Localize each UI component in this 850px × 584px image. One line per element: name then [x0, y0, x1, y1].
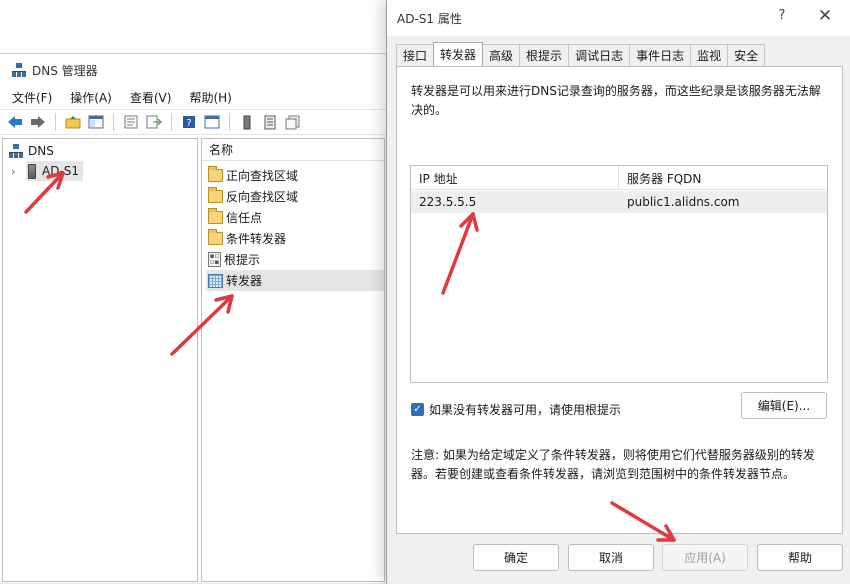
list-item-label: 转发器	[226, 274, 263, 288]
help-book-icon[interactable]: ?	[180, 113, 198, 131]
toolbar-separator	[171, 113, 172, 131]
column-header-ip[interactable]: IP 地址	[411, 166, 619, 190]
help-button[interactable]: 帮助	[757, 544, 843, 571]
forward-arrow-icon[interactable]	[29, 113, 47, 131]
tab-event-logging[interactable]: 事件日志	[629, 44, 692, 66]
forwarders-panel: 转发器是可以用来进行DNS记录查询的服务器，而这些纪录是该服务器无法解决的。 I…	[396, 66, 843, 534]
tree-node-dns[interactable]: DNS	[9, 141, 54, 161]
properties-dialog: AD-S1 属性 ? ✕ 接口 转发器 高级 根提示 调试日志 事件日志 监视 …	[386, 0, 850, 584]
chevron-right-icon[interactable]: ›	[11, 165, 21, 178]
details-list: 名称 正向查找区域 反向查找区域 信任点 条件转发器 ▪▫ ▫▪ 根提示 转发器	[201, 138, 385, 582]
use-root-hints-checkbox[interactable]: ✓	[411, 403, 424, 416]
dns-app-icon	[12, 63, 26, 77]
help-icon[interactable]: ?	[773, 8, 791, 23]
forwarders-description: 转发器是可以用来进行DNS记录查询的服务器，而这些纪录是该服务器无法解决的。	[411, 84, 821, 117]
table-header: IP 地址 服务器 FQDN	[411, 166, 827, 190]
toolbar-separator	[113, 113, 114, 131]
export-list-icon[interactable]	[145, 113, 163, 131]
column-header-fqdn[interactable]: 服务器 FQDN	[619, 166, 701, 190]
tab-strip: 接口 转发器 高级 根提示 调试日志 事件日志 监视 安全	[396, 42, 766, 66]
dns-manager-window: DNS 管理器 文件(F) 操作(A) 查看(V) 帮助(H) ? DNS › …	[0, 53, 386, 584]
tree-node-server-label: AD-S1	[42, 164, 80, 178]
menu-help[interactable]: 帮助(H)	[189, 89, 231, 106]
list-item[interactable]: 反向查找区域	[206, 186, 384, 207]
toolbar: ?	[0, 109, 386, 135]
server-icon	[28, 163, 36, 179]
tab-advanced[interactable]: 高级	[482, 44, 521, 66]
ok-button[interactable]: 确定	[473, 544, 559, 571]
close-icon[interactable]: ✕	[815, 6, 835, 26]
dialog-title: AD-S1 属性	[397, 12, 462, 26]
cancel-button[interactable]: 取消	[568, 544, 654, 571]
list-item-label: 正向查找区域	[226, 169, 299, 183]
menu-view[interactable]: 查看(V)	[130, 89, 172, 106]
tab-security[interactable]: 安全	[727, 44, 766, 66]
folder-icon	[208, 208, 223, 224]
edit-button[interactable]: 编辑(E)...	[741, 392, 827, 419]
record-list-icon[interactable]	[261, 113, 279, 131]
list-item[interactable]: 正向查找区域	[206, 165, 384, 186]
list-item[interactable]: ▪▫ ▫▪ 根提示	[206, 249, 384, 270]
column-header-name[interactable]: 名称	[202, 139, 384, 161]
folder-icon	[208, 166, 223, 182]
up-folder-icon[interactable]	[64, 113, 82, 131]
toolbar-separator	[55, 113, 56, 131]
list-item-label: 条件转发器	[226, 232, 287, 246]
svg-text:?: ?	[186, 118, 191, 129]
list-item-label: 反向查找区域	[226, 190, 299, 204]
records-copy-icon[interactable]	[284, 113, 302, 131]
list-item[interactable]: 条件转发器	[206, 228, 384, 249]
apply-button[interactable]: 应用(A)	[662, 544, 748, 571]
menu-action[interactable]: 操作(A)	[70, 89, 112, 106]
list-item-label: 信任点	[226, 211, 263, 225]
list-item-selected[interactable]: 转发器	[206, 270, 384, 291]
forwarders-table[interactable]: IP 地址 服务器 FQDN 223.5.5.5 public1.alidns.…	[410, 165, 828, 383]
tab-interfaces[interactable]: 接口	[396, 44, 435, 66]
server-icon[interactable]	[238, 113, 256, 131]
list-item[interactable]: 信任点	[206, 207, 384, 228]
console-tree: DNS › AD-S1	[2, 138, 198, 582]
folder-icon	[208, 187, 223, 203]
conditional-forwarder-note: 注意: 如果为给定域定义了条件转发器，则将使用它们代替服务器级别的转发器。若要创…	[411, 448, 815, 481]
menu-file[interactable]: 文件(F)	[12, 89, 52, 106]
snapin-view-icon[interactable]	[203, 113, 221, 131]
dns-manager-title: DNS 管理器	[32, 63, 98, 78]
dns-root-icon	[9, 144, 23, 158]
folder-icon	[208, 229, 223, 245]
tree-node-server[interactable]: › AD-S1	[11, 161, 84, 181]
list-item-label: 根提示	[224, 253, 261, 267]
use-root-hints-label: 如果没有转发器可用，请使用根提示	[429, 403, 622, 417]
show-hide-console-tree-icon[interactable]	[87, 113, 105, 131]
tab-monitoring[interactable]: 监视	[690, 44, 729, 66]
tab-forwarders[interactable]: 转发器	[433, 42, 484, 66]
tab-debug-logging[interactable]: 调试日志	[568, 44, 631, 66]
root-hints-icon: ▪▫ ▫▪	[208, 252, 221, 267]
tab-root-hints[interactable]: 根提示	[519, 44, 570, 66]
cell-ip: 223.5.5.5	[419, 195, 477, 209]
toolbar-separator	[229, 113, 230, 131]
back-arrow-icon[interactable]	[6, 113, 24, 131]
tree-node-dns-label: DNS	[28, 144, 54, 158]
dns-manager-titlebar: DNS 管理器	[12, 61, 98, 79]
use-root-hints-option[interactable]: ✓ 如果没有转发器可用，请使用根提示	[411, 401, 621, 418]
forwarders-grid-icon	[208, 273, 223, 288]
menu-bar: 文件(F) 操作(A) 查看(V) 帮助(H)	[0, 87, 386, 107]
table-row[interactable]: 223.5.5.5 public1.alidns.com	[411, 191, 827, 213]
dialog-titlebar: AD-S1 属性 ? ✕	[387, 0, 850, 36]
cell-fqdn: public1.alidns.com	[627, 195, 740, 209]
tree-node-server-selection[interactable]: AD-S1	[26, 161, 84, 181]
properties-sheet-icon[interactable]	[122, 113, 140, 131]
